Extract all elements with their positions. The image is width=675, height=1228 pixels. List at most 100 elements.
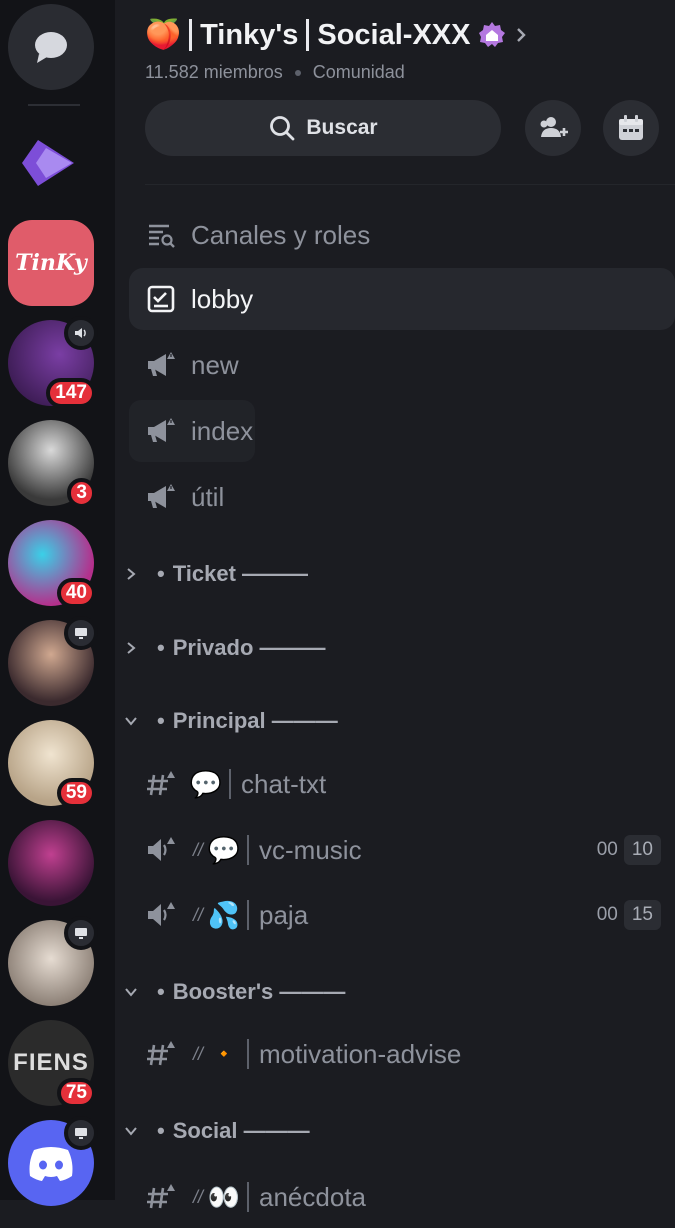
prefix: //: [193, 904, 204, 925]
category-social[interactable]: • Social ———: [121, 1111, 310, 1151]
speech-bubble-emoji: 💬: [207, 834, 241, 865]
server-emoji: 🍑: [145, 19, 182, 51]
server-name-suffix: Social-XXX: [317, 18, 471, 51]
category-privado[interactable]: • Privado ———: [121, 628, 326, 668]
voice-locked-icon: [145, 834, 177, 866]
search-icon: [270, 116, 295, 141]
category-label: Privado ———: [172, 635, 326, 660]
boost-badge-icon: [479, 22, 506, 47]
server-icon-discord[interactable]: [8, 1116, 98, 1206]
server-type: Comunidad: [312, 62, 405, 82]
server-icon-5[interactable]: [8, 616, 98, 706]
category-principal[interactable]: • Principal ———: [121, 701, 338, 741]
text-channel-locked-icon: [145, 1038, 177, 1070]
channel-name: chat-txt: [241, 768, 327, 799]
server-icon-2[interactable]: 147: [8, 316, 98, 408]
add-user-icon: [540, 117, 568, 137]
chevron-down-icon: [121, 715, 141, 727]
server-icon-6[interactable]: 59: [8, 720, 96, 808]
category-label: Booster's ———: [172, 979, 346, 1004]
channel-new[interactable]: new: [129, 334, 675, 396]
announcement-locked-icon: [145, 349, 177, 381]
direct-messages-button[interactable]: [8, 4, 94, 90]
chevron-down-icon: [121, 1125, 141, 1137]
channel-name: paja: [259, 899, 309, 930]
channel-name: index: [191, 415, 254, 446]
category-label: Principal ———: [172, 708, 338, 733]
server-name: Tinky's: [200, 18, 299, 51]
chevron-right-icon: [517, 28, 527, 42]
eyes-emoji: 👀: [207, 1181, 241, 1212]
server-meta: 11.582 miembros Comunidad: [145, 62, 405, 83]
search-button[interactable]: Buscar: [145, 100, 501, 156]
category-boosters[interactable]: • Booster's ———: [121, 972, 345, 1012]
channel-index[interactable]: index: [129, 400, 255, 462]
chevron-right-icon: [121, 640, 141, 656]
channel-util[interactable]: útil: [129, 466, 675, 528]
channels-and-roles[interactable]: Canales y roles: [129, 204, 675, 266]
calendar-icon: [619, 115, 643, 140]
screen-share-icon: [64, 1116, 98, 1150]
channel-name: anécdota: [259, 1181, 366, 1212]
unread-badge: 59: [56, 778, 96, 808]
server-icon-8[interactable]: [8, 916, 98, 1006]
nitro-icon[interactable]: [8, 120, 94, 206]
channels-and-roles-label: Canales y roles: [191, 219, 371, 250]
rules-channel-icon: [145, 283, 177, 315]
channel-name: útil: [191, 481, 225, 512]
prefix: //: [193, 839, 204, 860]
screen-share-icon: [64, 916, 98, 950]
sweat-droplets-emoji: 💦: [207, 899, 241, 930]
speaker-icon: [64, 316, 98, 350]
channel-name: lobby: [191, 283, 254, 314]
server-icon-4[interactable]: 40: [8, 520, 96, 608]
voice-user-count: 00 10: [597, 835, 661, 865]
voice-channel-paja[interactable]: // 💦 paja 00 15: [129, 884, 675, 946]
channel-name: vc-music: [259, 834, 362, 865]
screen-share-icon: [64, 616, 98, 650]
rail-divider: [28, 104, 80, 106]
invite-button[interactable]: [525, 100, 581, 156]
unread-badge: 147: [46, 378, 96, 408]
channel-browse-icon: [145, 219, 177, 251]
header-divider: [145, 184, 675, 185]
voice-user-count: 00 15: [597, 900, 661, 930]
channel-name: motivation-advise: [259, 1038, 462, 1069]
server-icon-tinky[interactable]: TinKy: [8, 220, 94, 306]
events-button[interactable]: [603, 100, 659, 156]
discord-icon: [29, 1147, 73, 1181]
orange-diamond-emoji: 🔸: [214, 1046, 234, 1063]
announcement-locked-icon: [145, 415, 177, 447]
chevron-right-icon: [121, 566, 141, 582]
category-label: Ticket ———: [172, 561, 309, 586]
tinky-logo-text: TinKy: [15, 250, 87, 276]
search-label: Buscar: [306, 116, 378, 139]
chat-bubble-icon: [35, 32, 67, 63]
server-icon-fiens[interactable]: FIENS 75: [8, 1020, 96, 1108]
announcement-locked-icon: [145, 481, 177, 513]
unread-badge: 3: [67, 478, 96, 508]
server-rail: TinKy 147 3 40 59 FIENS 75: [0, 0, 115, 1206]
channel-name: new: [191, 349, 239, 380]
channel-chat-txt[interactable]: 💬 chat-txt: [129, 753, 675, 815]
unread-badge: 75: [56, 1078, 96, 1108]
fiens-logo-text: FIENS: [13, 1049, 89, 1076]
unread-badge: 40: [56, 578, 96, 608]
channel-panel: 🍑 Tinky's Social-XXX 11.582 miembros Com…: [115, 0, 675, 1212]
prefix: //: [193, 1043, 204, 1064]
text-channel-locked-icon: [145, 768, 177, 800]
text-channel-locked-icon: [145, 1181, 177, 1213]
server-icon-7[interactable]: [8, 820, 94, 906]
chevron-down-icon: [121, 986, 141, 998]
speech-bubble-emoji: 💬: [189, 768, 223, 799]
server-icon-3[interactable]: 3: [8, 420, 96, 508]
voice-channel-vc-music[interactable]: // 💬 vc-music 00 10: [129, 819, 675, 881]
category-label: Social ———: [172, 1118, 310, 1143]
voice-locked-icon: [145, 899, 177, 931]
channel-lobby[interactable]: lobby: [129, 268, 675, 330]
channel-motivation-advise[interactable]: // 🔸 motivation-advise: [129, 1023, 675, 1085]
category-ticket[interactable]: • Ticket ———: [121, 554, 308, 594]
channel-anecdota[interactable]: // 👀 anécdota: [129, 1166, 675, 1228]
member-count: 11.582 miembros: [145, 62, 283, 82]
server-header[interactable]: 🍑 Tinky's Social-XXX: [145, 18, 528, 52]
